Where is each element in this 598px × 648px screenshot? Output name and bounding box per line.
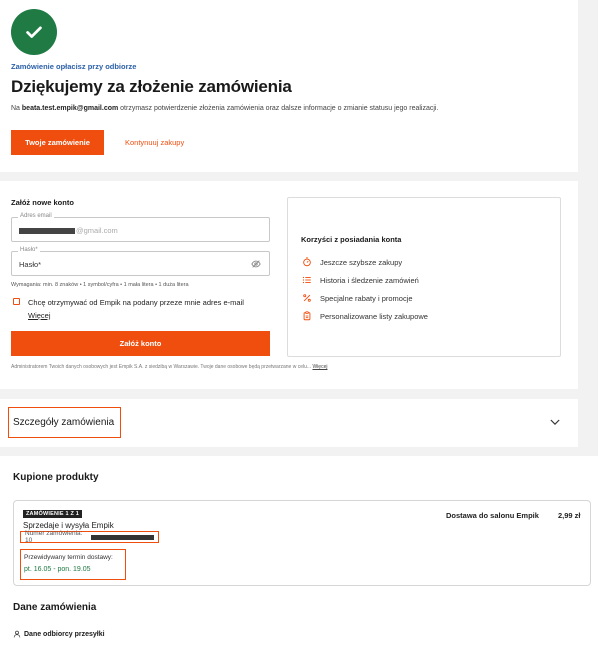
delivery-method: Dostawa do salonu Empik (446, 511, 539, 520)
delivery-estimate: Przewidywany termin dostawy: pt. 16.05 -… (20, 549, 126, 580)
continue-shopping-link[interactable]: Kontynuuj zakupy (125, 138, 184, 147)
data-admin-info: Administratorem Twoich danych osobowych … (11, 364, 327, 370)
eye-off-icon[interactable] (251, 259, 261, 269)
email-field[interactable]: Adres email @gmail.com (11, 213, 270, 242)
register-title: Załóż nowe konto (11, 198, 74, 207)
order-number-label: Numer zamówienia: 10 (25, 530, 83, 544)
benefit-label: Historia i śledzenie zamówień (320, 275, 419, 285)
order-data-title: Dane zamówienia (13, 602, 97, 613)
delivery-price: 2,99 zł (558, 511, 581, 520)
redacted-block (90, 534, 154, 540)
password-field[interactable]: Hasło* Hasło* (11, 247, 270, 276)
confirmation-card: Zamówienie opłacisz przy odbiorze Dzięku… (0, 0, 578, 172)
order-details-toggle[interactable]: Szczegóły zamówienia (8, 407, 121, 438)
page-title: Dziękujemy za złożenie zamówienia (11, 77, 292, 96)
email-domain: @gmail.com (76, 226, 118, 235)
recipient-data-label: Dane odbiorcy przesyłki (24, 630, 105, 638)
benefit-label: Specjalne rabaty i promocje (320, 293, 413, 303)
benefit-item: Historia i śledzenie zamówień (302, 275, 419, 285)
chevron-down-icon[interactable] (550, 419, 560, 426)
password-requirements: Wymagania: min. 8 znaków • 1 symbol/cyfr… (11, 282, 189, 288)
newsletter-checkbox[interactable] (13, 298, 20, 305)
password-field-label: Hasło* (18, 247, 40, 253)
account-benefits-box: Korzyści z posiadania konta Jeszcze szyb… (287, 197, 561, 357)
benefit-label: Personalizowane listy zakupowe (320, 311, 428, 321)
list-icon (302, 276, 311, 284)
percent-icon (303, 294, 311, 302)
message-suffix: otrzymasz potwierdzenie złożenia zamówie… (118, 105, 439, 112)
seller-info: Sprzedaje i wysyła Empik (23, 521, 114, 530)
benefit-label: Jeszcze szybsze zakupy (320, 257, 403, 267)
message-prefix: Na (11, 105, 22, 112)
consent-more-link[interactable]: Więcej (28, 311, 51, 320)
delivery-estimate-label: Przewidywany termin dostawy: (24, 554, 113, 561)
payment-note: Zamówienie opłacisz przy odbiorze (11, 62, 137, 71)
confirmation-message: Na beata.test.empik@gmail.com otrzymasz … (11, 105, 438, 112)
customer-email: beata.test.empik@gmail.com (21, 105, 119, 112)
shipment-box: ZAMÓWIENIE 1 Z 1 Sprzedaje i wysyła Empi… (13, 500, 591, 586)
user-icon (13, 630, 21, 638)
stopwatch-icon (303, 257, 311, 267)
email-field-label: Adres email (18, 213, 54, 219)
email-field-value: @gmail.com (19, 226, 118, 235)
create-account-button[interactable]: Załóż konto (11, 331, 270, 356)
clipboard-list-icon (303, 311, 311, 321)
your-order-button[interactable]: Twoje zamówienie (11, 130, 104, 155)
order-badge: ZAMÓWIENIE 1 Z 1 (23, 510, 83, 518)
order-number: Numer zamówienia: 10 (20, 530, 159, 544)
admin-more-link[interactable]: Więcej (312, 364, 327, 370)
admin-info-text: Administratorem Twoich danych osobowych … (11, 364, 312, 370)
recipient-data-heading: Dane odbiorcy przesyłki (13, 630, 105, 638)
benefit-item: Specjalne rabaty i promocje (302, 293, 413, 303)
redacted-block (19, 227, 75, 234)
password-field-placeholder: Hasło* (19, 260, 42, 269)
success-check-icon (11, 9, 57, 55)
delivery-estimate-dates: pt. 16.05 - pon. 19.05 (24, 566, 91, 573)
newsletter-consent-label: Chcę otrzymywać od Empik na podany przez… (28, 298, 244, 307)
benefits-title: Korzyści z posiadania konta (301, 235, 402, 244)
benefit-item: Personalizowane listy zakupowe (302, 311, 428, 321)
purchased-products-title: Kupione produkty (13, 472, 99, 483)
benefit-item: Jeszcze szybsze zakupy (302, 257, 402, 267)
